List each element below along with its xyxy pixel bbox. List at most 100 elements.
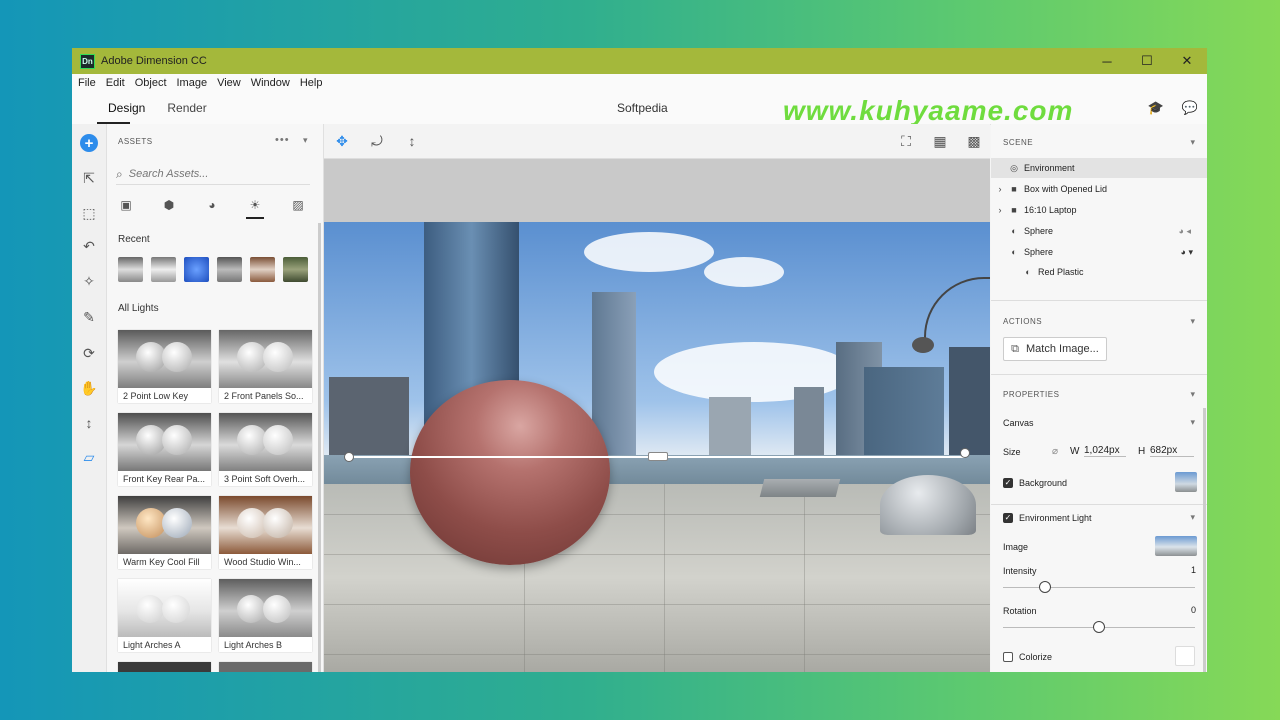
light-asset-card[interactable]: 2 Point Low Key bbox=[118, 330, 211, 403]
asset-label: Light Arches B bbox=[224, 640, 283, 650]
red-sphere-model[interactable] bbox=[410, 380, 610, 565]
scene-item-box[interactable]: › ■ Box with Opened Lid bbox=[991, 179, 1207, 199]
asset-label: Front Key Rear Pa... bbox=[123, 474, 206, 484]
scene-header: SCENE bbox=[1003, 138, 1034, 147]
properties-scrollbar[interactable] bbox=[1203, 408, 1206, 672]
more-icon[interactable]: ••• bbox=[275, 134, 290, 146]
learn-icon[interactable]: 🎓 bbox=[1147, 99, 1165, 117]
material-indicator-icon[interactable]: ◕ ◂ bbox=[1179, 226, 1191, 237]
light-asset-card[interactable]: 2 Front Panels So... bbox=[219, 330, 312, 403]
light-asset-card[interactable] bbox=[219, 662, 312, 672]
scene-item-sphere[interactable]: ◐ Sphere ◕ ◂ bbox=[991, 221, 1207, 241]
box-model[interactable] bbox=[759, 479, 841, 497]
recent-thumb[interactable] bbox=[118, 257, 143, 282]
light-asset-card[interactable] bbox=[118, 662, 211, 672]
light-asset-card[interactable]: Wood Studio Win... bbox=[219, 496, 312, 569]
colorize-checkbox[interactable] bbox=[1003, 652, 1013, 662]
chevron-down-icon[interactable]: ▾ bbox=[1190, 512, 1195, 523]
undo-tool-icon[interactable]: ↶ bbox=[80, 237, 98, 255]
chevron-down-icon[interactable]: ▾ bbox=[1190, 417, 1195, 428]
horizon-handle-mid[interactable] bbox=[648, 452, 668, 461]
chevron-right-icon[interactable]: › bbox=[991, 184, 1009, 194]
marquee-tool-icon[interactable]: ⬚ bbox=[80, 204, 98, 222]
eyedropper-icon[interactable]: ✎ bbox=[80, 308, 98, 326]
chevron-down-icon[interactable]: ▾ bbox=[303, 135, 308, 146]
viewport: ✥ ⤾ ↕ ⛶ ▦ ▩ bbox=[324, 124, 990, 672]
menu-object[interactable]: Object bbox=[135, 77, 167, 89]
models-category-icon[interactable]: ▣ bbox=[118, 197, 134, 213]
document-title: Softpedia bbox=[617, 101, 668, 115]
camera-bookmark-icon[interactable]: ▦ bbox=[931, 132, 949, 150]
environment-image-swatch[interactable] bbox=[1155, 536, 1197, 556]
scene-item-red-plastic[interactable]: ◐ Red Plastic bbox=[991, 262, 1207, 282]
recent-thumb[interactable] bbox=[184, 257, 209, 282]
height-input[interactable]: 682px bbox=[1150, 445, 1194, 457]
horizon-handle-left[interactable] bbox=[344, 452, 354, 462]
grey-sphere-model[interactable] bbox=[880, 475, 976, 535]
magic-wand-icon[interactable]: ✧ bbox=[80, 272, 98, 290]
background-checkbox[interactable]: ✓ bbox=[1003, 478, 1013, 488]
intensity-slider-track[interactable] bbox=[1003, 587, 1195, 588]
horizon-tool-icon[interactable]: ⏥ bbox=[80, 448, 98, 466]
colorize-swatch[interactable] bbox=[1175, 646, 1195, 666]
width-input[interactable]: 1,024px bbox=[1084, 445, 1126, 457]
select-tool-icon[interactable]: ⇱ bbox=[80, 169, 98, 187]
tab-design[interactable]: Design bbox=[72, 92, 156, 124]
assets-scrollbar[interactable] bbox=[318, 223, 321, 672]
maximize-button[interactable]: ☐ bbox=[1127, 48, 1167, 74]
menu-file[interactable]: File bbox=[78, 77, 96, 89]
light-asset-card[interactable]: Warm Key Cool Fill bbox=[118, 496, 211, 569]
street-lamp bbox=[924, 277, 990, 349]
graphics-category-icon[interactable]: ◕ bbox=[204, 197, 220, 213]
assets-header: ASSETS bbox=[118, 137, 153, 146]
material-indicator-icon[interactable]: ◕ ▾ bbox=[1181, 247, 1193, 258]
light-asset-card[interactable]: Light Arches B bbox=[219, 579, 312, 652]
lights-category-icon[interactable]: ☀ bbox=[246, 197, 264, 219]
chevron-down-icon[interactable]: ▾ bbox=[1190, 137, 1195, 148]
environment-light-checkbox[interactable]: ✓ bbox=[1003, 513, 1013, 523]
light-asset-card[interactable]: Light Arches A bbox=[118, 579, 211, 652]
orbit-tool-icon[interactable]: ⟳ bbox=[80, 344, 98, 362]
link-icon[interactable]: ⌀ bbox=[1052, 446, 1058, 457]
scale-tool-icon[interactable]: ↕ bbox=[403, 132, 421, 150]
scene-item-label: Sphere bbox=[1024, 247, 1054, 257]
menu-help[interactable]: Help bbox=[300, 77, 323, 89]
tab-render[interactable]: Render bbox=[156, 92, 217, 124]
recent-thumb[interactable] bbox=[151, 257, 176, 282]
light-asset-card[interactable]: 3 Point Soft Overh... bbox=[219, 413, 312, 486]
match-image-button[interactable]: ⧉ Match Image... bbox=[1003, 337, 1107, 361]
recent-thumb[interactable] bbox=[283, 257, 308, 282]
folder-icon: ■ bbox=[1011, 184, 1017, 194]
menu-edit[interactable]: Edit bbox=[106, 77, 125, 89]
close-button[interactable]: ✕ bbox=[1167, 48, 1207, 74]
intensity-slider-knob[interactable] bbox=[1039, 581, 1052, 593]
add-icon[interactable]: + bbox=[80, 134, 98, 152]
rotation-slider-knob[interactable] bbox=[1093, 621, 1105, 633]
menu-window[interactable]: Window bbox=[251, 77, 290, 89]
menu-image[interactable]: Image bbox=[177, 77, 208, 89]
feedback-icon[interactable]: 💬 bbox=[1181, 99, 1199, 117]
recent-thumb[interactable] bbox=[250, 257, 275, 282]
menu-view[interactable]: View bbox=[217, 77, 241, 89]
materials-category-icon[interactable]: ⬢ bbox=[161, 197, 177, 213]
rotate-tool-icon[interactable]: ⤾ bbox=[368, 132, 386, 150]
dolly-tool-icon[interactable]: ↕ bbox=[80, 414, 98, 432]
horizon-handle-right[interactable] bbox=[960, 448, 970, 458]
recent-thumb[interactable] bbox=[217, 257, 242, 282]
images-category-icon[interactable]: ▨ bbox=[290, 197, 306, 213]
render-preview-icon[interactable]: ▩ bbox=[965, 132, 983, 150]
light-asset-card[interactable]: Front Key Rear Pa... bbox=[118, 413, 211, 486]
scene-item-environment[interactable]: ◎ Environment bbox=[991, 158, 1207, 178]
minimize-button[interactable]: ─ bbox=[1087, 48, 1127, 74]
scene-canvas[interactable] bbox=[324, 222, 990, 672]
chevron-right-icon[interactable]: › bbox=[991, 205, 1009, 215]
hand-tool-icon[interactable]: ✋ bbox=[80, 379, 98, 397]
chevron-down-icon[interactable]: ▾ bbox=[1190, 389, 1195, 400]
fit-view-icon[interactable]: ⛶ bbox=[897, 132, 915, 150]
scene-item-laptop[interactable]: › ■ 16:10 Laptop bbox=[991, 200, 1207, 220]
background-swatch[interactable] bbox=[1175, 472, 1197, 492]
chevron-down-icon[interactable]: ▾ bbox=[1190, 316, 1195, 327]
scene-item-sphere[interactable]: ◐ Sphere ◕ ▾ bbox=[991, 242, 1207, 262]
search-input[interactable] bbox=[128, 168, 289, 180]
move-tool-icon[interactable]: ✥ bbox=[333, 132, 351, 150]
